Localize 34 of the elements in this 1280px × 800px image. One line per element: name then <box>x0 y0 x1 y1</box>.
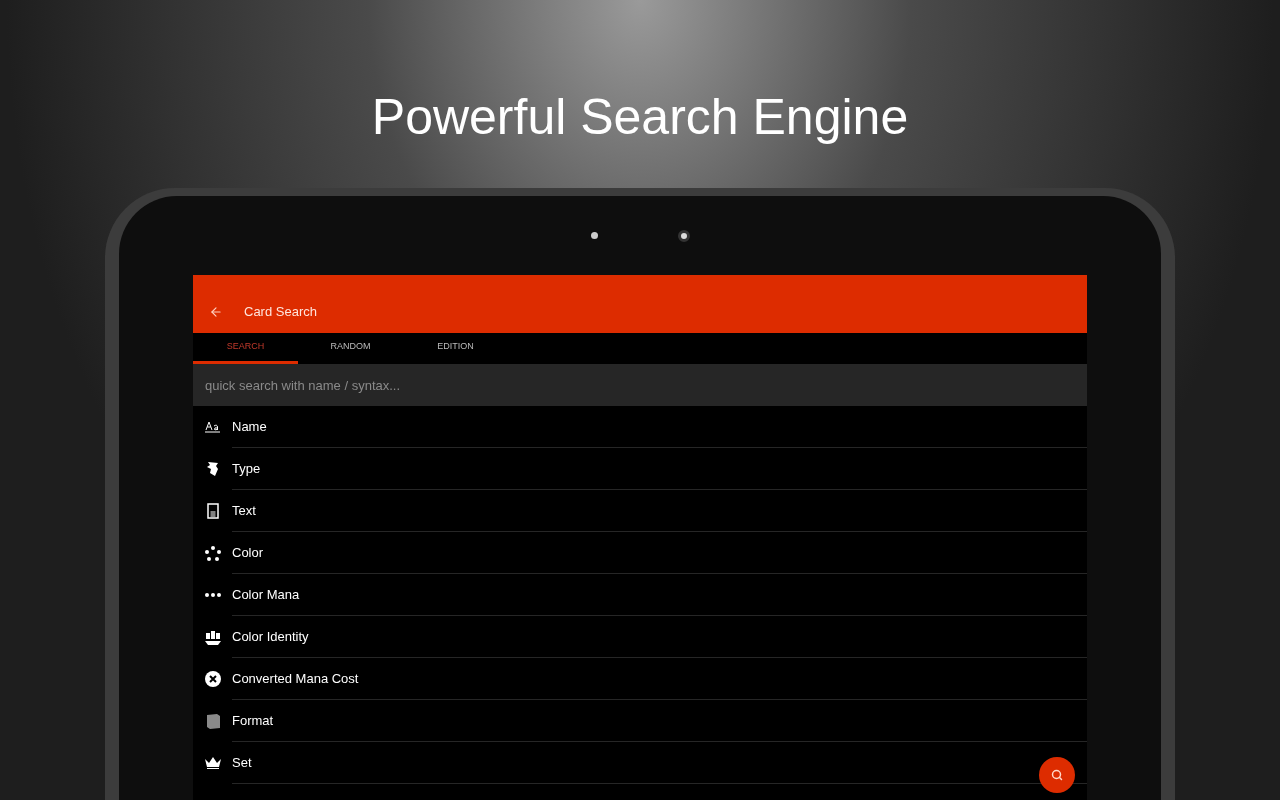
filter-row[interactable]: Color Identity <box>193 616 1087 658</box>
filter-row[interactable]: Text <box>193 490 1087 532</box>
headline: Powerful Search Engine <box>371 88 909 147</box>
filter-row[interactable]: Color <box>193 532 1087 574</box>
filter-label: Format <box>232 711 274 730</box>
filter-label: Color Mana <box>232 585 300 604</box>
text-format-icon <box>204 421 221 433</box>
back-icon[interactable] <box>209 305 223 319</box>
search-icon <box>1051 769 1063 781</box>
camera-lens <box>677 229 690 242</box>
filter-label: Set <box>232 753 252 772</box>
search-button[interactable] <box>1039 757 1075 793</box>
filter-label: Type <box>232 459 261 478</box>
filter-label: Color <box>232 543 264 562</box>
filter-label: Text <box>232 501 256 520</box>
filter-row[interactable]: Converted Mana Cost <box>193 658 1087 700</box>
book-icon <box>204 713 221 729</box>
filter-label: Color Identity <box>232 627 309 646</box>
search-field[interactable]: quick search with name / syntax... <box>193 364 1087 406</box>
filter-label: Name <box>232 417 267 436</box>
filter-row[interactable]: Color Mana <box>193 574 1087 616</box>
tab[interactable]: RANDOM <box>298 333 403 364</box>
app-title: Card Search <box>244 303 317 322</box>
document-icon <box>206 503 219 519</box>
tab[interactable]: EDITION <box>403 333 508 364</box>
monument-icon <box>204 629 221 645</box>
filter-row[interactable]: Name <box>193 406 1087 448</box>
filter-row[interactable]: Format <box>193 700 1087 742</box>
filter-label: Converted Mana Cost <box>232 669 359 688</box>
five-dots-icon <box>204 545 221 561</box>
filter-row[interactable]: Type <box>193 448 1087 490</box>
cross-circle-icon <box>204 671 221 687</box>
three-dots-icon <box>204 593 221 597</box>
crown-icon <box>204 757 221 769</box>
